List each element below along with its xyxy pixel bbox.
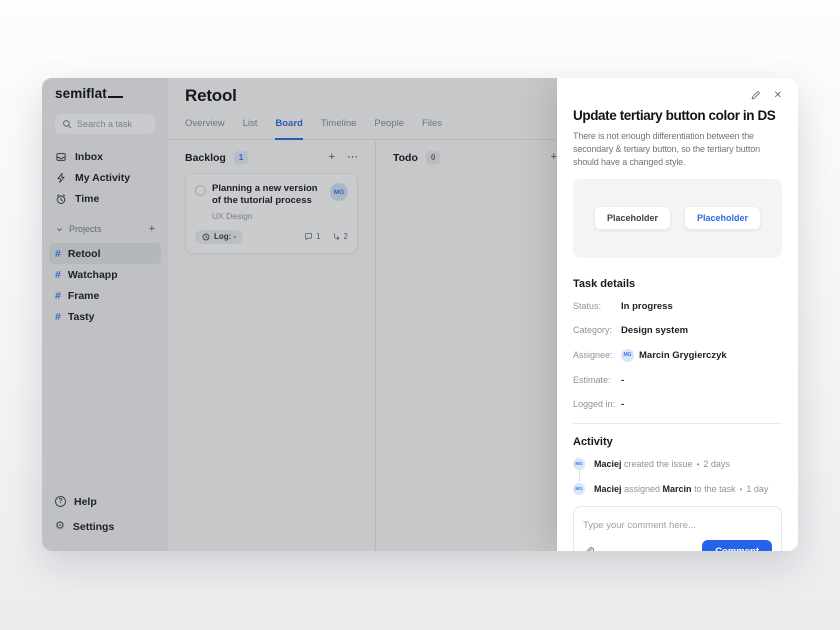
activity-action-tail: to the task xyxy=(692,484,736,494)
preview-secondary-button[interactable]: Placeholder xyxy=(594,206,671,230)
activity-actor: Maciej xyxy=(594,484,622,494)
detail-label: Assignee: xyxy=(573,350,621,360)
task-details-heading: Task details xyxy=(573,278,782,290)
preview-tertiary-button[interactable]: Placeholder xyxy=(684,206,761,230)
activity-target: Marcin xyxy=(663,484,692,494)
paperclip-icon xyxy=(583,546,594,551)
activity-avatar: MG xyxy=(573,458,585,470)
detail-label: Status: xyxy=(573,301,621,311)
activity-time: 2 days xyxy=(703,459,730,469)
activity-feed: MG Maciej created the issue•2 days MG Ma… xyxy=(573,458,782,495)
panel-actions: ✕ xyxy=(750,90,782,101)
task-detail-panel: ✕ Update tertiary button color in DS The… xyxy=(557,78,798,551)
detail-row-category: Category: Design system xyxy=(573,325,782,336)
detail-row-assignee: Assignee: MG Marcin Grygierczyk xyxy=(573,349,782,362)
activity-avatar: MG xyxy=(573,483,585,495)
pencil-icon xyxy=(750,90,761,101)
bullet-separator: • xyxy=(740,485,743,494)
detail-row-status: Status: In progress xyxy=(573,301,782,312)
detail-label: Logged in: xyxy=(573,399,621,409)
activity-heading: Activity xyxy=(573,436,782,448)
attach-file-button[interactable] xyxy=(583,546,594,551)
category-value: Design system xyxy=(621,325,688,336)
assignee-avatar: MG xyxy=(621,349,634,362)
task-title: Update tertiary button color in DS xyxy=(573,108,782,123)
detail-label: Category: xyxy=(573,325,621,335)
activity-time: 1 day xyxy=(746,484,768,494)
section-divider xyxy=(573,423,782,424)
detail-label: Estimate: xyxy=(573,375,621,385)
comment-submit-button[interactable]: Comment xyxy=(702,540,772,551)
detail-row-estimate: Estimate: - xyxy=(573,375,782,386)
assignee-name: Marcin Grygierczyk xyxy=(639,350,727,361)
estimate-value: - xyxy=(621,375,624,386)
status-value: In progress xyxy=(621,301,673,312)
activity-actor: Maciej xyxy=(594,459,622,469)
comment-input[interactable] xyxy=(583,520,772,531)
app-window: semiflat Inbox My Activity xyxy=(42,78,798,551)
detail-row-logged: Logged in: - xyxy=(573,399,782,410)
close-button[interactable]: ✕ xyxy=(774,91,782,101)
attachment-preview: Placeholder Placeholder xyxy=(573,179,782,258)
logged-value: - xyxy=(621,399,624,410)
bullet-separator: • xyxy=(697,460,700,469)
comment-composer[interactable]: Comment xyxy=(573,506,782,551)
edit-button[interactable] xyxy=(750,90,761,101)
activity-action: assigned xyxy=(622,484,663,494)
task-details: Status: In progress Category: Design sys… xyxy=(573,301,782,410)
task-description: There is not enough differentiation betw… xyxy=(573,130,782,169)
activity-action: created the issue xyxy=(622,459,693,469)
activity-item: MG Maciej assigned Marcin to the task •1 … xyxy=(573,483,782,495)
assignee-value: MG Marcin Grygierczyk xyxy=(621,349,727,362)
activity-item: MG Maciej created the issue •2 days xyxy=(573,458,782,470)
